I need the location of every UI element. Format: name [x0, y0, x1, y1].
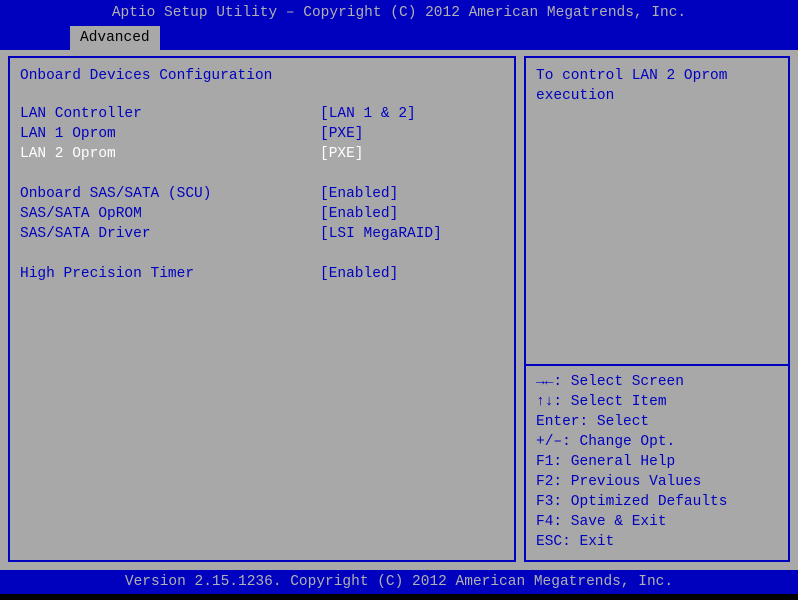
help-line: To control LAN 2 Oprom	[536, 66, 778, 86]
key-hint: ESC: Exit	[536, 532, 778, 552]
help-spacer	[536, 106, 778, 364]
title-bar: Aptio Setup Utility – Copyright (C) 2012…	[0, 0, 798, 26]
setting-row[interactable]: LAN 2 Oprom[PXE]	[20, 144, 504, 164]
tab-advanced[interactable]: Advanced	[70, 26, 160, 50]
setting-value: [PXE]	[320, 124, 364, 144]
bios-screen: Aptio Setup Utility – Copyright (C) 2012…	[0, 0, 798, 600]
setting-label: LAN 2 Oprom	[20, 144, 320, 164]
setting-row[interactable]: High Precision Timer[Enabled]	[20, 264, 504, 284]
work-area: Onboard Devices Configuration LAN Contro…	[0, 50, 798, 570]
footer-pad	[0, 594, 798, 600]
setting-value: [LAN 1 & 2]	[320, 104, 416, 124]
key-hint: F3: Optimized Defaults	[536, 492, 778, 512]
footer-bar: Version 2.15.1236. Copyright (C) 2012 Am…	[0, 570, 798, 594]
settings-panel: Onboard Devices Configuration LAN Contro…	[8, 56, 516, 562]
setting-row[interactable]: LAN Controller[LAN 1 & 2]	[20, 104, 504, 124]
help-panel: To control LAN 2 Opromexecution →←: Sele…	[524, 56, 790, 562]
help-text: To control LAN 2 Opromexecution	[536, 66, 778, 106]
setting-label: SAS/SATA Driver	[20, 224, 320, 244]
setting-row[interactable]: Onboard SAS/SATA (SCU)[Enabled]	[20, 184, 504, 204]
key-legend: →←: Select Screen↑↓: Select ItemEnter: S…	[536, 372, 778, 552]
setting-value: [PXE]	[320, 144, 364, 164]
setting-label: Onboard SAS/SATA (SCU)	[20, 184, 320, 204]
setting-label: High Precision Timer	[20, 264, 320, 284]
key-hint: F2: Previous Values	[536, 472, 778, 492]
tab-row: Advanced	[0, 26, 798, 50]
key-hint: →←: Select Screen	[536, 372, 778, 392]
setting-value: [Enabled]	[320, 264, 398, 284]
key-hint: F4: Save & Exit	[536, 512, 778, 532]
setting-label: LAN 1 Oprom	[20, 124, 320, 144]
setting-label: LAN Controller	[20, 104, 320, 124]
key-hint: F1: General Help	[536, 452, 778, 472]
setting-value: [Enabled]	[320, 184, 398, 204]
setting-value: [Enabled]	[320, 204, 398, 224]
key-hint: ↑↓: Select Item	[536, 392, 778, 412]
setting-label: SAS/SATA OpROM	[20, 204, 320, 224]
section-title: Onboard Devices Configuration	[20, 66, 504, 86]
setting-row[interactable]: SAS/SATA Driver[LSI MegaRAID]	[20, 224, 504, 244]
setting-row[interactable]: SAS/SATA OpROM[Enabled]	[20, 204, 504, 224]
help-line: execution	[536, 86, 778, 106]
setting-row[interactable]: LAN 1 Oprom[PXE]	[20, 124, 504, 144]
key-hint: Enter: Select	[536, 412, 778, 432]
setting-value: [LSI MegaRAID]	[320, 224, 442, 244]
help-divider	[526, 364, 788, 366]
key-hint: +/–: Change Opt.	[536, 432, 778, 452]
